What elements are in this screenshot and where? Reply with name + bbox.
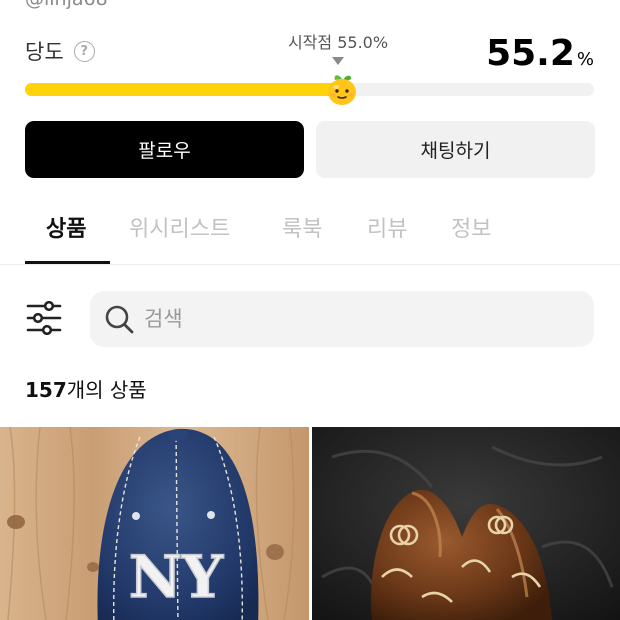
sweetness-label: 당도 (25, 40, 64, 64)
chat-button[interactable]: 채팅하기 (316, 121, 595, 178)
active-tab-indicator (25, 261, 110, 264)
user-handle: @linja68 (25, 0, 108, 10)
profile-tabs: 상품 위시리스트 룩북 리뷰 정보 (0, 200, 620, 265)
tab-lookbook[interactable]: 룩북 (282, 211, 322, 243)
sweetness-progress-fill (25, 83, 340, 96)
follow-button[interactable]: 팔로우 (25, 121, 304, 178)
sweetness-progress-bar (25, 83, 594, 96)
yellow-apple-icon (328, 75, 356, 105)
magnifier-icon (105, 305, 134, 334)
sliders-icon[interactable] (26, 301, 62, 335)
sweetness-value: 55.2% (486, 33, 594, 74)
sweetness-unit: % (576, 49, 594, 70)
product-image-cap[interactable]: NY (0, 427, 309, 620)
tab-reviews[interactable]: 리뷰 (367, 211, 407, 243)
product-count: 157개의 상품 (25, 374, 147, 403)
svg-text:NY: NY (129, 543, 224, 611)
question-circle-icon[interactable]: ? (73, 40, 95, 62)
tab-wishlist[interactable]: 위시리스트 (129, 211, 230, 243)
product-image-scrunchie[interactable] (312, 427, 620, 620)
tab-products[interactable]: 상품 (46, 211, 86, 243)
product-count-suffix: 개의 상품 (66, 378, 147, 402)
sweetness-label-row: 당도 ? (25, 36, 95, 66)
sweetness-number: 55.2 (486, 33, 575, 74)
start-point-marker (332, 57, 344, 65)
search-box[interactable] (90, 291, 594, 347)
search-input[interactable] (144, 307, 564, 331)
tab-info[interactable]: 정보 (451, 211, 491, 243)
product-count-number: 157 (25, 378, 67, 402)
start-point-label: 시작점 55.0% (287, 33, 389, 52)
